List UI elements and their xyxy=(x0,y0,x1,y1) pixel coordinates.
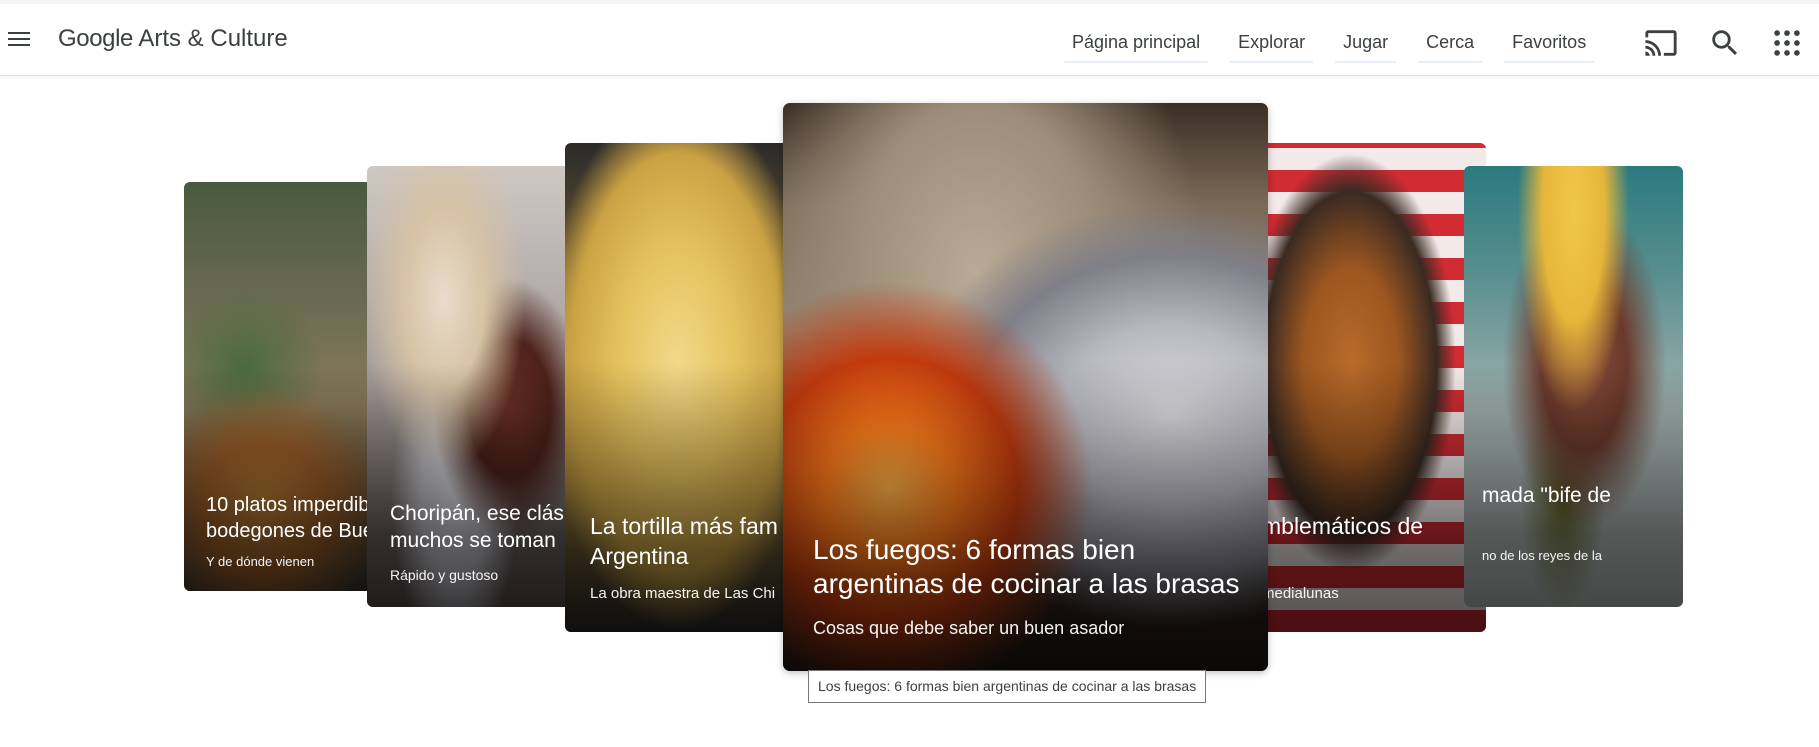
nav-explorar[interactable]: Explorar xyxy=(1230,26,1314,63)
apps-icon[interactable] xyxy=(1770,26,1804,60)
card-title-line-1: La tortilla más fam xyxy=(590,513,778,539)
nav-pagina-principal[interactable]: Página principal xyxy=(1064,26,1209,63)
primary-nav: Página principal Explorar Jugar Cerca Fa… xyxy=(1064,26,1616,63)
story-card-bife-de-chorizo[interactable]: mada "bife de no de los reyes de la xyxy=(1464,166,1683,607)
card-title-line-2: argentinas de cocinar a las brasas xyxy=(813,568,1240,599)
hamburger-menu-icon[interactable] xyxy=(8,28,30,48)
cast-icon[interactable] xyxy=(1644,26,1678,60)
story-card-los-fuegos[interactable]: Los fuegos: 6 formas bien argentinas de … xyxy=(783,103,1268,671)
nav-favoritos[interactable]: Favoritos xyxy=(1504,26,1595,63)
card-title-line-1: mada "bife de xyxy=(1482,484,1611,507)
card-subtitle: Cosas que debe saber un buen asador xyxy=(813,618,1125,638)
card-title-line-1: 10 platos imperdib xyxy=(206,494,370,516)
brand-arts-culture: Arts & Culture xyxy=(133,25,288,52)
story-card-empanadas[interactable]: mblemáticos de medialunas xyxy=(1240,143,1486,632)
brand-google: Google xyxy=(58,25,133,52)
brand-logo[interactable]: Google Arts & Culture xyxy=(58,25,288,53)
story-card-10-platos[interactable]: 10 platos imperdib bodegones de Bue Y de… xyxy=(184,182,384,591)
card-title-line-1: Los fuegos: 6 formas bien xyxy=(813,534,1136,565)
card-subtitle: Rápido y gustoso xyxy=(390,567,499,583)
story-card-choripan[interactable]: Choripán, ese clás muchos se toman Rápid… xyxy=(367,166,587,607)
card-title-line-1: mblemáticos de xyxy=(1262,513,1424,539)
top-app-bar: Google Arts & Culture Página principal E… xyxy=(0,4,1819,76)
card-subtitle: no de los reyes de la xyxy=(1482,548,1602,563)
story-card-tortilla[interactable]: La tortilla más fam Argentina La obra ma… xyxy=(565,143,815,632)
card-subtitle: La obra maestra de Las Chi xyxy=(590,585,776,602)
search-icon[interactable] xyxy=(1708,26,1742,60)
card-title-line-2: bodegones de Bue xyxy=(206,520,374,542)
card-title-line-2: muchos se toman xyxy=(390,529,556,552)
card-title-line-1: Choripán, ese clás xyxy=(390,502,564,525)
card-subtitle: medialunas xyxy=(1262,585,1339,602)
card-tooltip: Los fuegos: 6 formas bien argentinas de … xyxy=(808,670,1207,703)
nav-jugar[interactable]: Jugar xyxy=(1335,26,1397,63)
card-title-line-2: Argentina xyxy=(590,543,689,569)
nav-cerca[interactable]: Cerca xyxy=(1418,26,1483,63)
card-subtitle: Y de dónde vienen xyxy=(206,554,315,569)
